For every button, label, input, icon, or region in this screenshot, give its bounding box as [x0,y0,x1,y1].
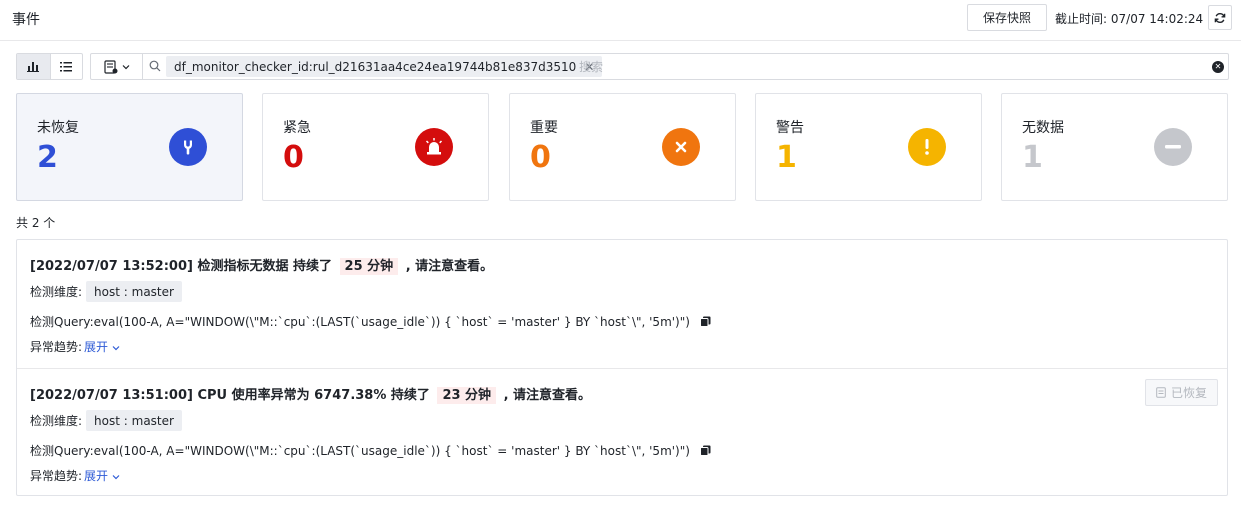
dimension-tag: host : master [86,410,182,431]
refresh-button[interactable] [1208,5,1232,30]
expand-label: 展开 [84,340,109,354]
deadline-label: 截止时间: [1055,12,1108,26]
chevron-down-icon [112,475,120,480]
filter-dropdown[interactable] [91,54,143,79]
stat-card-critical[interactable]: 紧急 0 [262,93,489,201]
view-toggle [16,53,83,80]
event-query-row: 检测Query: eval(100-A, A="WINDOW(\"M::`cpu… [30,442,711,459]
list-view-button[interactable] [49,54,83,79]
event-item[interactable]: [2022/07/07 13:51:00] CPU 使用率异常为 6747.38… [17,368,1227,496]
copy-icon[interactable] [699,445,711,456]
chart-view-button[interactable] [17,54,50,79]
stat-value: 0 [283,140,304,175]
chevron-down-icon [122,64,129,69]
copy-icon[interactable] [699,316,711,327]
expand-link[interactable]: 展开 [84,338,120,355]
stat-value: 1 [776,140,797,175]
query-value: eval(100-A, A="WINDOW(\"M::`cpu`:(LAST(`… [93,443,690,458]
stat-value: 1 [1022,140,1043,175]
filter-tag[interactable]: df_monitor_checker_id:rul_d21631aa4ce24e… [166,56,603,77]
x-circle-icon [662,128,700,166]
query-label: 检测Query: [30,315,94,329]
event-duration: 25 分钟 [339,258,399,275]
recovered-label: 已恢复 [1170,386,1207,400]
clear-search-icon[interactable]: ✕ [1212,61,1224,73]
siren-icon [415,128,453,166]
filter-list-icon [103,59,117,74]
stat-card-warning[interactable]: 警告 1 [755,93,982,201]
filter-tag-text: df_monitor_checker_id:rul_d21631aa4ce24e… [174,59,577,74]
deadline-time: 截止时间: 07/07 14:02:24 [1055,10,1203,27]
deadline-value: 07/07 14:02:24 [1110,12,1204,26]
event-trend-row: 异常趋势: 展开 [30,467,120,484]
event-dimension-row: 检测维度: host : master [30,410,182,431]
query-value: eval(100-A, A="WINDOW(\"M::`cpu`:(LAST(`… [93,314,690,329]
search-icon [149,60,161,72]
dimension-tag: host : master [86,281,182,302]
event-title: [2022/07/07 13:51:00] CPU 使用率异常为 6747.38… [30,384,592,404]
minus-circle-icon [1154,128,1192,166]
event-item[interactable]: [2022/07/07 13:52:00] 检测指标无数据 持续了 25 分钟 … [17,240,1227,368]
wrench-icon [169,128,207,166]
exclamation-icon [908,128,946,166]
trend-label: 异常趋势: [30,469,83,483]
search-input[interactable] [579,57,1139,76]
stat-card-unrecovered[interactable]: 未恢复 2 [16,93,243,201]
dimension-label: 检测维度: [30,285,83,299]
trend-label: 异常趋势: [30,340,83,354]
save-snapshot-button[interactable]: 保存快照 [967,4,1047,31]
dimension-label: 检测维度: [30,414,83,428]
event-title: [2022/07/07 13:52:00] 检测指标无数据 持续了 25 分钟 … [30,255,494,275]
event-title-prefix: [2022/07/07 13:52:00] 检测指标无数据 持续了 [30,259,332,274]
stat-value: 0 [530,140,551,175]
event-title-suffix: , 请注意查看。 [405,259,494,274]
top-bar: 事件 保存快照 截止时间: 07/07 14:02:24 [0,0,1241,41]
event-duration: 23 分钟 [437,387,497,404]
search-box: df_monitor_checker_id:rul_d21631aa4ce24e… [90,53,1229,80]
recovered-button[interactable]: 已恢复 [1145,379,1218,406]
stat-value: 2 [37,140,58,175]
stat-label: 警告 [776,120,804,136]
refresh-icon [1214,12,1226,23]
event-title-suffix: , 请注意查看。 [503,388,592,403]
query-label: 检测Query: [30,444,94,458]
list-icon [60,61,73,71]
event-query-row: 检测Query: eval(100-A, A="WINDOW(\"M::`cpu… [30,313,711,330]
stat-card-no-data[interactable]: 无数据 1 [1001,93,1228,201]
event-dimension-row: 检测维度: host : master [30,281,182,302]
page-title: 事件 [12,12,40,28]
expand-link[interactable]: 展开 [84,467,120,484]
event-list: [2022/07/07 13:52:00] 检测指标无数据 持续了 25 分钟 … [16,239,1228,496]
bar-chart-icon [27,62,40,72]
total-count: 共 2 个 [16,216,56,230]
document-icon [1156,387,1166,398]
chevron-down-icon [112,346,120,351]
stat-card-important[interactable]: 重要 0 [509,93,736,201]
stat-label: 无数据 [1022,120,1064,136]
stat-label: 紧急 [283,120,311,136]
expand-label: 展开 [84,469,109,483]
event-trend-row: 异常趋势: 展开 [30,338,120,355]
stat-label: 未恢复 [37,120,79,136]
stat-label: 重要 [530,120,558,136]
event-title-prefix: [2022/07/07 13:51:00] CPU 使用率异常为 6747.38… [30,388,430,403]
